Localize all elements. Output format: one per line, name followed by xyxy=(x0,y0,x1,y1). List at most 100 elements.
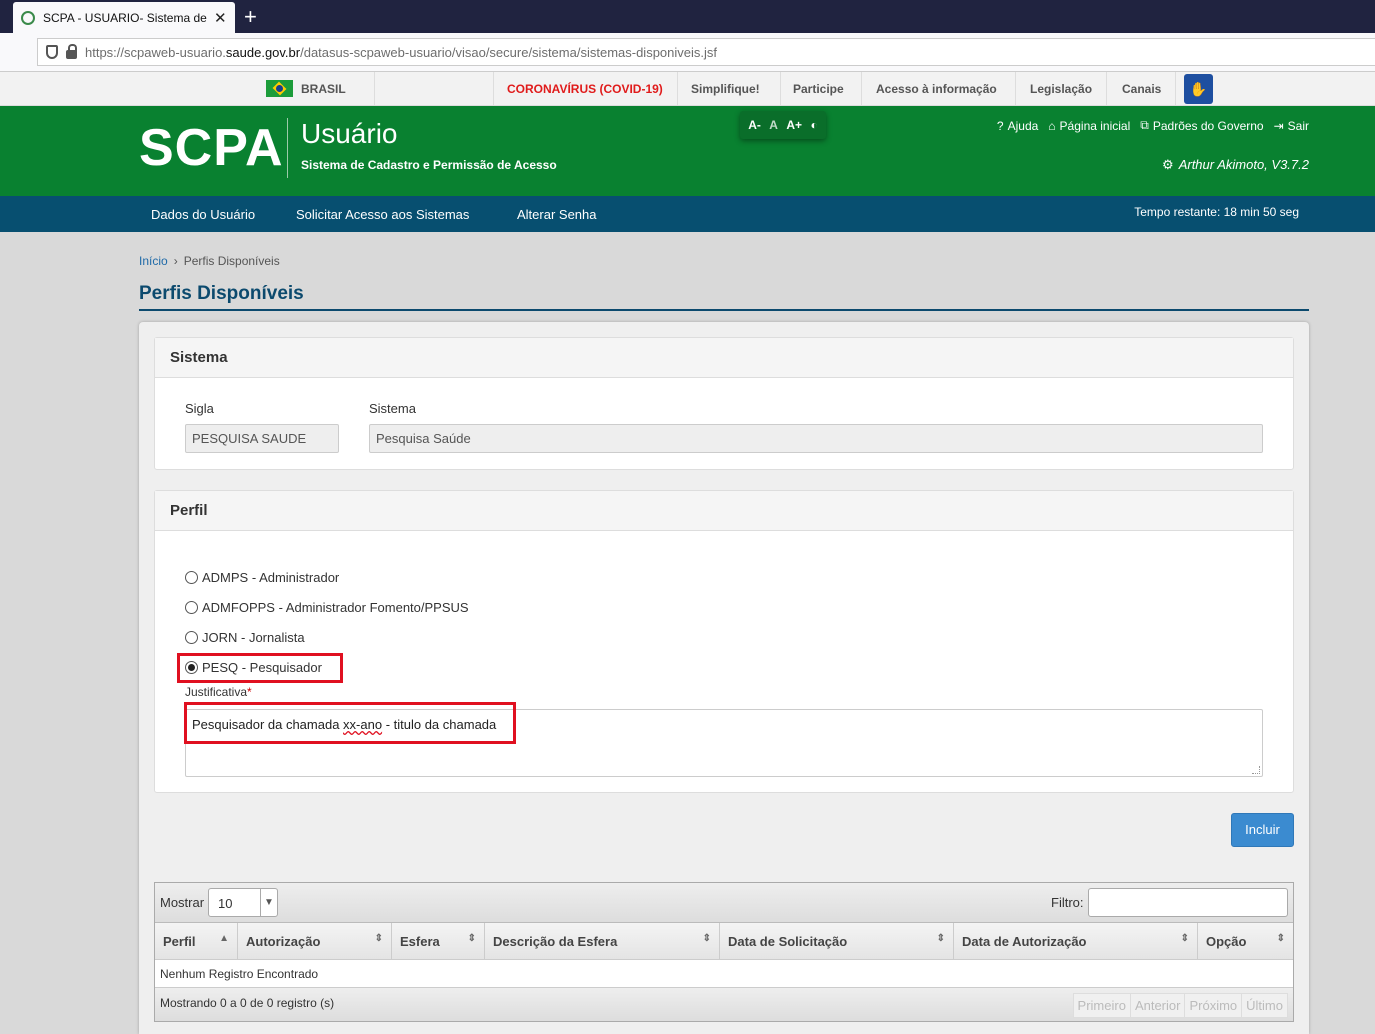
accessibility-controls: A- A A+ ◐ xyxy=(740,111,826,139)
page-size-select[interactable]: 10 ▼ xyxy=(208,888,278,917)
perfil-panel: Perfil ADMPS - Administrador ADMFOPPS - … xyxy=(154,490,1294,793)
acesso-informacao-link[interactable]: Acesso à informação xyxy=(876,82,997,96)
user-info[interactable]: ⚙ Arthur Akimoto, V3.7.2 xyxy=(1162,157,1309,173)
chevron-down-icon[interactable]: ▼ xyxy=(260,889,277,916)
column-esfera[interactable]: Esfera ⇕ xyxy=(392,923,485,960)
divider xyxy=(861,72,862,106)
divider xyxy=(493,72,494,106)
site-favicon-icon xyxy=(21,10,35,25)
first-page-button[interactable]: Primeiro xyxy=(1072,993,1131,1018)
page-title: Perfis Disponíveis xyxy=(139,283,304,304)
column-opcao[interactable]: Opção ⇕ xyxy=(1198,923,1293,960)
radio-admps[interactable]: ADMPS - Administrador xyxy=(185,570,339,585)
font-reset-button[interactable]: A xyxy=(769,118,778,132)
sistema-field: Pesquisa Saúde xyxy=(369,424,1263,453)
filter-input[interactable] xyxy=(1088,888,1288,917)
nav-dados-usuario[interactable]: Dados do Usuário xyxy=(151,207,255,222)
new-tab-icon[interactable]: + xyxy=(244,4,257,30)
brasil-label: BRASIL xyxy=(301,81,346,96)
column-data-autorizacao[interactable]: Data de Autorização ⇕ xyxy=(954,923,1198,960)
divider xyxy=(287,118,288,178)
home-link[interactable]: ⌂ Página inicial xyxy=(1048,118,1130,133)
contrast-icon[interactable]: ◐ xyxy=(811,118,818,132)
column-data-solicitacao[interactable]: Data de Solicitação ⇕ xyxy=(720,923,954,960)
incluir-button[interactable]: Incluir xyxy=(1231,813,1294,847)
font-increase-button[interactable]: A+ xyxy=(786,118,802,132)
column-label: Perfil xyxy=(163,934,196,949)
canais-link[interactable]: Canais xyxy=(1122,82,1161,96)
breadcrumb-current: Perfis Disponíveis xyxy=(183,254,280,268)
help-label: Ajuda xyxy=(1007,118,1039,133)
column-label: Data de Autorização xyxy=(962,934,1087,949)
sort-icon: ⇕ xyxy=(1180,933,1189,944)
radio-label: JORN - Jornalista xyxy=(202,630,305,645)
lock-icon[interactable] xyxy=(66,43,77,59)
show-label: Mostrar xyxy=(160,895,205,910)
font-decrease-button[interactable]: A- xyxy=(748,118,761,132)
logout-link[interactable]: ⇥ Sair xyxy=(1274,118,1309,133)
resize-handle[interactable] xyxy=(1252,766,1260,774)
simplifique-link[interactable]: Simplifique! xyxy=(691,82,760,96)
participe-link[interactable]: Participe xyxy=(793,82,844,96)
main-nav: Dados do Usuário Solicitar Acesso aos Si… xyxy=(0,196,1375,232)
breadcrumb-home[interactable]: Início xyxy=(139,254,168,268)
sort-icon: ⇕ xyxy=(1276,933,1285,944)
filter-label: Filtro: xyxy=(1051,895,1084,910)
radio-admfopps[interactable]: ADMFOPPS - Administrador Fomento/PPSUS xyxy=(185,600,469,615)
breadcrumb: Início › Perfis Disponíveis xyxy=(139,254,280,268)
url-text: https://scpaweb-usuario.saude.gov.br/dat… xyxy=(85,44,718,60)
app-subtitle: Usuário xyxy=(301,118,398,149)
divider xyxy=(139,309,1309,311)
home-icon: ⌂ xyxy=(1048,118,1056,133)
close-tab-icon[interactable]: ✕ xyxy=(214,9,227,27)
divider xyxy=(1015,72,1016,106)
browser-tab-bar: SCPA - USUARIO- Sistema de C ✕ + xyxy=(0,0,1375,33)
table-header: Perfil ▲ Autorização ⇕ Esfera ⇕ Descrição d… xyxy=(155,923,1293,960)
nav-solicitar-acesso[interactable]: Solicitar Acesso aos Sistemas xyxy=(296,207,469,222)
address-field[interactable]: https://scpaweb-usuario.saude.gov.br/dat… xyxy=(37,38,1375,66)
last-page-button[interactable]: Último xyxy=(1241,993,1288,1018)
column-label: Esfera xyxy=(400,934,440,949)
header-links: ? Ajuda ⌂ Página inicial ⧉ Padrões do Gover… xyxy=(997,118,1309,133)
radio-button[interactable] xyxy=(185,631,198,644)
chevron-right-icon: › xyxy=(173,254,178,268)
sort-asc-icon: ▲ xyxy=(219,933,229,944)
shield-icon[interactable] xyxy=(46,45,58,59)
brasil-link[interactable]: BRASIL xyxy=(266,80,346,97)
column-label: Descrição da Esfera xyxy=(493,934,618,949)
session-timer: Tempo restante: 18 min 50 seg xyxy=(1134,205,1299,219)
help-link[interactable]: ? Ajuda xyxy=(997,118,1038,133)
radio-label: ADMPS - Administrador xyxy=(202,570,340,585)
sort-icon: ⇕ xyxy=(467,933,476,944)
radio-jorn[interactable]: JORN - Jornalista xyxy=(185,630,305,645)
next-page-button[interactable]: Próximo xyxy=(1184,993,1243,1018)
sign-language-icon[interactable]: ✋ xyxy=(1184,74,1213,104)
logout-icon: ⇥ xyxy=(1273,118,1284,133)
standards-link[interactable]: ⧉ Padrões do Governo xyxy=(1140,118,1263,133)
perfis-table: Mostrar 10 ▼ Filtro: Perfil ▲ Autorização… xyxy=(154,882,1294,1022)
covid-link[interactable]: CORONAVÍRUS (COVID-19) xyxy=(507,82,663,96)
nav-alterar-senha[interactable]: Alterar Senha xyxy=(517,207,597,222)
user-name: Arthur Akimoto, V3.7.2 xyxy=(1178,157,1309,172)
legislacao-link[interactable]: Legislação xyxy=(1030,82,1092,96)
sort-icon: ⇕ xyxy=(702,933,711,944)
radio-button[interactable] xyxy=(185,601,198,614)
previous-page-button[interactable]: Anterior xyxy=(1129,993,1186,1018)
main-card: Sistema Sigla PESQUISA SAUDE Sistema Pes… xyxy=(139,322,1309,1034)
column-perfil[interactable]: Perfil ▲ xyxy=(155,923,238,960)
column-descricao-esfera[interactable]: Descrição da Esfera ⇕ xyxy=(485,923,720,960)
empty-message: Nenhum Registro Encontrado xyxy=(155,960,1293,988)
sistema-panel: Sistema Sigla PESQUISA SAUDE Sistema Pes… xyxy=(154,337,1294,470)
radio-label: ADMFOPPS - Administrador Fomento/PPSUS xyxy=(202,600,469,615)
pagination: Primeiro Anterior Próximo Último xyxy=(1072,993,1288,1018)
column-autorizacao[interactable]: Autorização ⇕ xyxy=(238,923,392,960)
browser-tab[interactable]: SCPA - USUARIO- Sistema de C ✕ xyxy=(13,2,235,33)
divider xyxy=(1106,72,1107,106)
gear-icon: ⚙ xyxy=(1162,157,1174,172)
divider xyxy=(780,72,781,106)
highlight-box xyxy=(177,653,343,683)
radio-button[interactable] xyxy=(185,571,198,584)
scpa-logo[interactable]: SCPA xyxy=(139,118,284,178)
sigla-label: Sigla xyxy=(185,401,214,416)
justificativa-label: Justificativa* xyxy=(185,685,252,699)
